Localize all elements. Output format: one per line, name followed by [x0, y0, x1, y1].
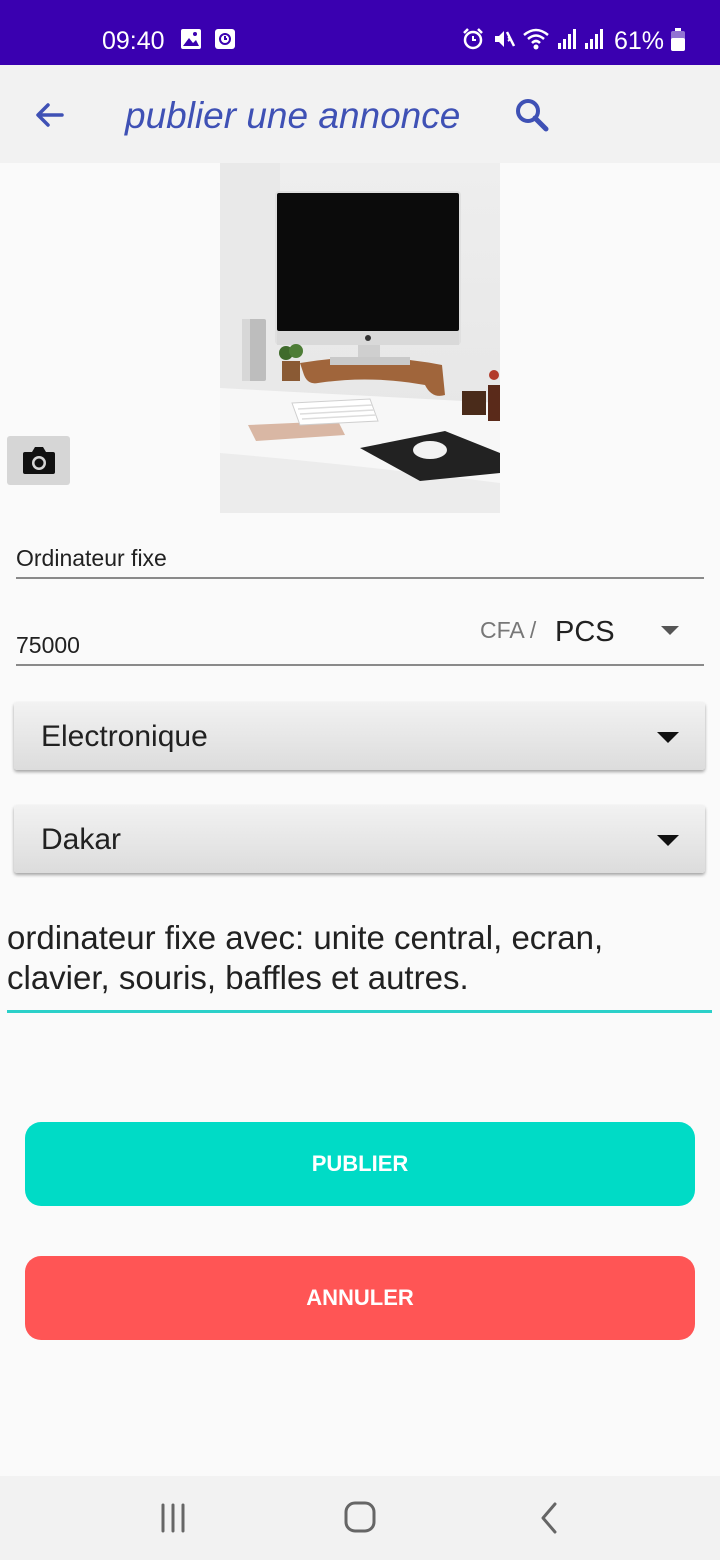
chevron-down-icon — [657, 732, 679, 743]
city-dropdown[interactable]: Dakar — [14, 805, 705, 873]
unit-selected: PCS — [555, 616, 615, 648]
battery-percent: 61% — [614, 27, 665, 55]
category-dropdown[interactable]: Electronique — [14, 702, 705, 770]
signal-icon — [558, 29, 576, 49]
category-selected: Electronique — [41, 720, 208, 753]
gallery-icon — [181, 29, 201, 49]
cancel-button[interactable]: ANNULER — [25, 1256, 695, 1340]
camera-icon — [23, 447, 55, 474]
signal-2-icon — [585, 29, 603, 49]
home-icon[interactable] — [343, 1500, 377, 1534]
camera-button[interactable] — [7, 436, 70, 485]
battery-icon — [671, 28, 685, 51]
chevron-down-icon — [657, 835, 679, 846]
unit-dropdown[interactable]: PCS — [551, 610, 701, 654]
product-photo[interactable] — [220, 163, 500, 513]
alarm-icon — [463, 28, 483, 50]
arrow-left-icon[interactable] — [30, 95, 70, 135]
price-value: 75000 — [16, 632, 80, 658]
title-field[interactable]: Ordinateur fixe — [16, 530, 704, 579]
wifi-icon — [523, 28, 549, 50]
recents-icon[interactable] — [155, 1502, 191, 1534]
mute-icon — [495, 31, 516, 47]
app-toolbar: publier une annonce — [0, 65, 720, 163]
publish-button[interactable]: PUBLIER — [25, 1122, 695, 1206]
description-input[interactable]: ordinateur fixe avec: unite central, ecr… — [7, 918, 712, 998]
description-underline — [7, 1010, 712, 1013]
search-icon[interactable] — [512, 95, 552, 135]
system-nav-bar — [0, 1476, 720, 1560]
nav-back-icon[interactable] — [535, 1500, 563, 1536]
status-bar: 09:40 61% — [0, 0, 720, 65]
clock-app-icon — [215, 29, 235, 49]
chevron-down-icon — [661, 626, 679, 635]
city-selected: Dakar — [41, 823, 122, 856]
page-title: publier une annonce — [125, 95, 461, 136]
title-value: Ordinateur fixe — [16, 545, 167, 571]
currency-label: CFA / — [480, 617, 537, 643]
price-field[interactable]: 75000 CFA / PCS — [16, 600, 704, 666]
status-time: 09:40 — [102, 27, 165, 55]
